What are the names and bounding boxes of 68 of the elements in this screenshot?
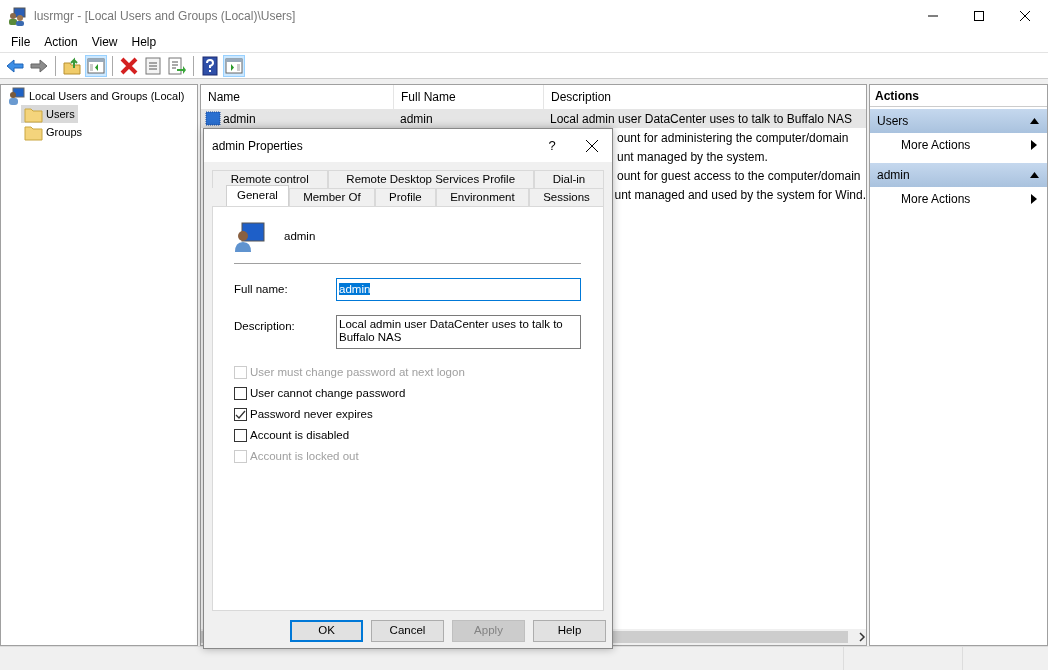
dialog-button[interactable]: OK: [290, 620, 363, 642]
console-tree-icon: [86, 55, 106, 76]
user-name: admin: [284, 229, 316, 245]
app-icon: [8, 6, 26, 26]
section-label: admin: [877, 167, 910, 184]
toolbar-button[interactable]: [199, 54, 221, 77]
table-cell-text: admin: [223, 110, 256, 128]
submenu-arrow-icon: [1031, 140, 1037, 150]
dialog-title: admin Properties: [212, 137, 304, 155]
field-label: Full name:: [234, 282, 289, 297]
tab[interactable]: Dial-in: [533, 170, 604, 188]
computer-users-icon: [8, 86, 26, 106]
menu-item[interactable]: Help: [124, 33, 164, 51]
table-cell-text: Local admin user DataCenter uses to talk to Buffalo NAS: [550, 110, 852, 128]
checkbox[interactable]: User cannot change password: [234, 383, 581, 405]
section-header[interactable]: Users: [870, 109, 1047, 133]
help-icon: [200, 55, 220, 76]
column-header[interactable]: Description: [544, 85, 866, 109]
user-computer-icon: [234, 221, 266, 253]
checkbox[interactable]: Password never expires: [234, 404, 581, 426]
properties-icon: [143, 55, 163, 76]
table-cell-text: unt managed and used by the system for Wind.: [614, 186, 866, 204]
tab[interactable]: Profile: [374, 188, 436, 206]
up-folder-icon: [62, 55, 82, 76]
table-cell-text: ount for guest access to the computer/domain: [617, 167, 861, 185]
tab[interactable]: Environment: [435, 188, 529, 206]
tree-item[interactable]: Users: [21, 105, 78, 123]
delete-icon: [119, 55, 139, 76]
tab[interactable]: Remote Desktop Services Profile: [327, 170, 534, 188]
checkmark-icon: [235, 409, 246, 421]
field-label: Description:: [234, 319, 296, 335]
scroll-right-icon: [858, 632, 866, 642]
pane-title: Actions: [870, 85, 1047, 107]
close-icon: [1020, 11, 1030, 21]
tab[interactable]: Member Of: [288, 188, 375, 206]
menu-item[interactable]: Action: [37, 33, 85, 51]
checkbox[interactable]: Account is disabled: [234, 425, 581, 447]
collapse-icon: [1030, 172, 1039, 178]
dialog-button[interactable]: Cancel: [371, 620, 444, 642]
menu-item[interactable]: File: [4, 33, 38, 51]
input-field[interactable]: admin: [336, 278, 581, 302]
help-button[interactable]: ?: [532, 135, 572, 156]
action-label: More Actions: [901, 191, 971, 208]
collapse-icon: [1030, 118, 1039, 124]
action-label: More Actions: [901, 137, 971, 154]
table-cell-text: admin: [400, 110, 433, 128]
maximize-icon: [974, 11, 984, 21]
tree-item[interactable]: Groups: [21, 123, 86, 141]
export-list-icon: [167, 55, 187, 76]
window-title: lusrmgr - [Local Users and Groups (Local)\Users]: [34, 8, 297, 25]
table-cell-text: ount for administering the computer/domain: [617, 129, 849, 147]
tab[interactable]: General: [226, 185, 289, 206]
action-item[interactable]: More Actions: [870, 133, 1047, 157]
tab[interactable]: Sessions: [528, 188, 605, 206]
action-item[interactable]: More Actions: [870, 187, 1047, 211]
section-label: Users: [877, 113, 909, 130]
table-cell-text: unt managed by the system.: [617, 148, 768, 166]
dialog-button[interactable]: Help: [533, 620, 606, 642]
folder-icon: [24, 105, 43, 123]
input-field[interactable]: Local admin user DataCenter uses to talk to Buffalo NAS: [336, 315, 581, 350]
submenu-arrow-icon: [1031, 194, 1037, 204]
list-row[interactable]: admin admin Local admin user DataCenter uses to talk to Buffalo NAS: [201, 109, 866, 128]
menu-item[interactable]: View: [84, 33, 125, 51]
tab[interactable]: Remote control: [212, 170, 328, 188]
close-icon: [586, 139, 598, 152]
tree-item[interactable]: Local Users and Groups (Local): [5, 87, 188, 105]
section-header[interactable]: admin: [870, 163, 1047, 187]
action-pane-icon: [224, 55, 244, 76]
